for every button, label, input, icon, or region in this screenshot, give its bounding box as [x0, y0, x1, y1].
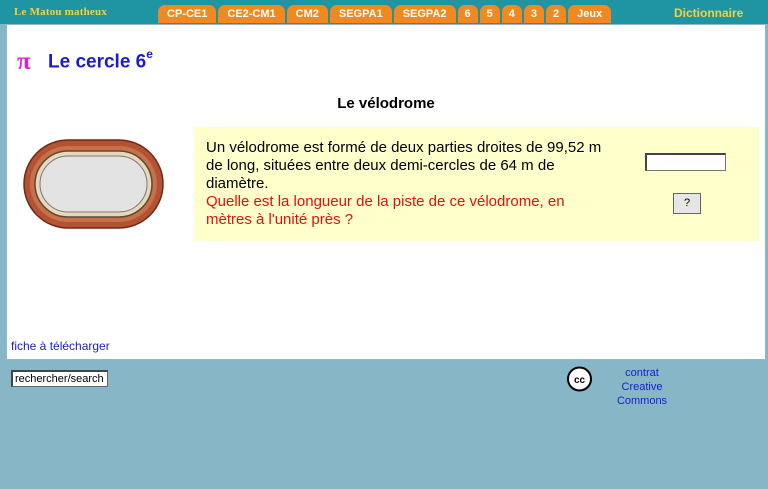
page-title-text: Le cercle 6 — [48, 51, 147, 73]
problem-statement: Un vélodrome est formé de deux parties d… — [206, 139, 602, 192]
exercise-subtitle: Le vélodrome — [337, 95, 435, 112]
main-content-panel: π Le cercle 6e Le vélodrome Un vélodrome… — [6, 24, 766, 360]
tab-2[interactable]: 2 — [546, 5, 567, 23]
creative-commons-license-link[interactable]: contrat Creative Commons — [598, 366, 686, 408]
velodrome-track-icon — [23, 139, 164, 229]
svg-text:cc: cc — [574, 375, 586, 386]
pi-icon: π — [17, 48, 31, 75]
tab-segpa2[interactable]: SEGPA2 — [393, 5, 456, 23]
tab-4[interactable]: 4 — [501, 5, 522, 23]
level-tabs: CP-CE1 CE2-CM1 CM2 SEGPA1 SEGPA2 6 5 4 3… — [158, 5, 612, 24]
tab-6[interactable]: 6 — [457, 5, 478, 23]
tab-3[interactable]: 3 — [523, 5, 544, 23]
tab-jeux[interactable]: Jeux — [568, 5, 612, 23]
page-title: Le cercle 6e — [48, 47, 153, 73]
check-answer-button[interactable]: ? — [673, 193, 701, 214]
question-prompt: Quelle est la longueur de la piste de ce… — [206, 193, 565, 228]
license-line-2: Creative Commons — [616, 381, 668, 407]
answer-input[interactable] — [645, 153, 726, 171]
creative-commons-icon[interactable]: cc — [566, 366, 593, 392]
site-brand[interactable]: Le Matou matheux — [14, 6, 107, 18]
search-input[interactable] — [11, 370, 108, 387]
tab-cp-ce1[interactable]: CP-CE1 — [158, 5, 217, 23]
tab-segpa1[interactable]: SEGPA1 — [329, 5, 392, 23]
tab-5[interactable]: 5 — [479, 5, 500, 23]
tab-ce2-cm1[interactable]: CE2-CM1 — [218, 5, 285, 23]
page-title-superscript: e — [146, 47, 153, 61]
download-worksheet-link[interactable]: fiche à télécharger — [11, 339, 110, 353]
top-navigation-bar: Le Matou matheux CP-CE1 CE2-CM1 CM2 SEGP… — [0, 0, 768, 24]
question-text-block: Un vélodrome est formé de deux parties d… — [206, 139, 611, 229]
dictionary-link[interactable]: Dictionnaire — [674, 6, 743, 20]
license-line-1: contrat — [625, 367, 659, 379]
tab-cm2[interactable]: CM2 — [286, 5, 328, 23]
question-box: Un vélodrome est formé de deux parties d… — [194, 127, 759, 241]
